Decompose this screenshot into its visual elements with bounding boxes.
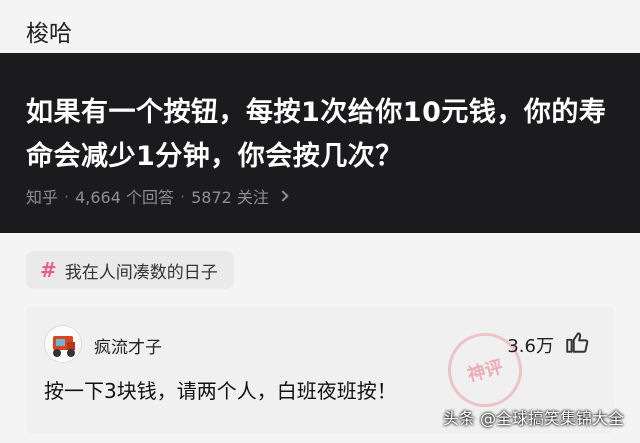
hash-icon: # bbox=[40, 258, 57, 282]
author-name[interactable]: 疯流才子 bbox=[94, 333, 162, 358]
avatar[interactable] bbox=[44, 325, 82, 363]
thumbs-up-icon[interactable] bbox=[564, 329, 590, 355]
question-card[interactable]: 如果有一个按钮，每按1次给你10元钱，你的寿命会减少1分钟，你会按几次？ 知乎 … bbox=[0, 53, 640, 233]
question-title[interactable]: 如果有一个按钮，每按1次给你10元钱，你的寿命会减少1分钟，你会按几次？ bbox=[26, 91, 622, 179]
topic-label: 我在人间凑数的日子 bbox=[64, 262, 218, 283]
page-title: 梭哈 bbox=[26, 21, 72, 47]
topic-tag[interactable]: # 我在人间凑数的日子 bbox=[26, 251, 234, 289]
watermark: 头条 @全球搞笑集锦大全 bbox=[442, 409, 624, 428]
meta-separator: · bbox=[180, 186, 186, 206]
like-count: 3.6万 bbox=[507, 336, 554, 357]
answer-content[interactable]: 按一下3块钱，请两个人，白班夜班按！ bbox=[44, 375, 397, 404]
meta-separator: · bbox=[64, 186, 70, 206]
question-source[interactable]: 知乎 bbox=[26, 184, 58, 208]
answer-count: 4,664 个回答 bbox=[75, 188, 175, 207]
question-meta: 知乎 · 4,664 个回答 · 5872 关注 bbox=[26, 184, 289, 208]
avatar-image bbox=[53, 336, 75, 357]
chevron-right-icon[interactable] bbox=[277, 190, 289, 202]
follower-count: 5872 关注 bbox=[191, 188, 269, 207]
